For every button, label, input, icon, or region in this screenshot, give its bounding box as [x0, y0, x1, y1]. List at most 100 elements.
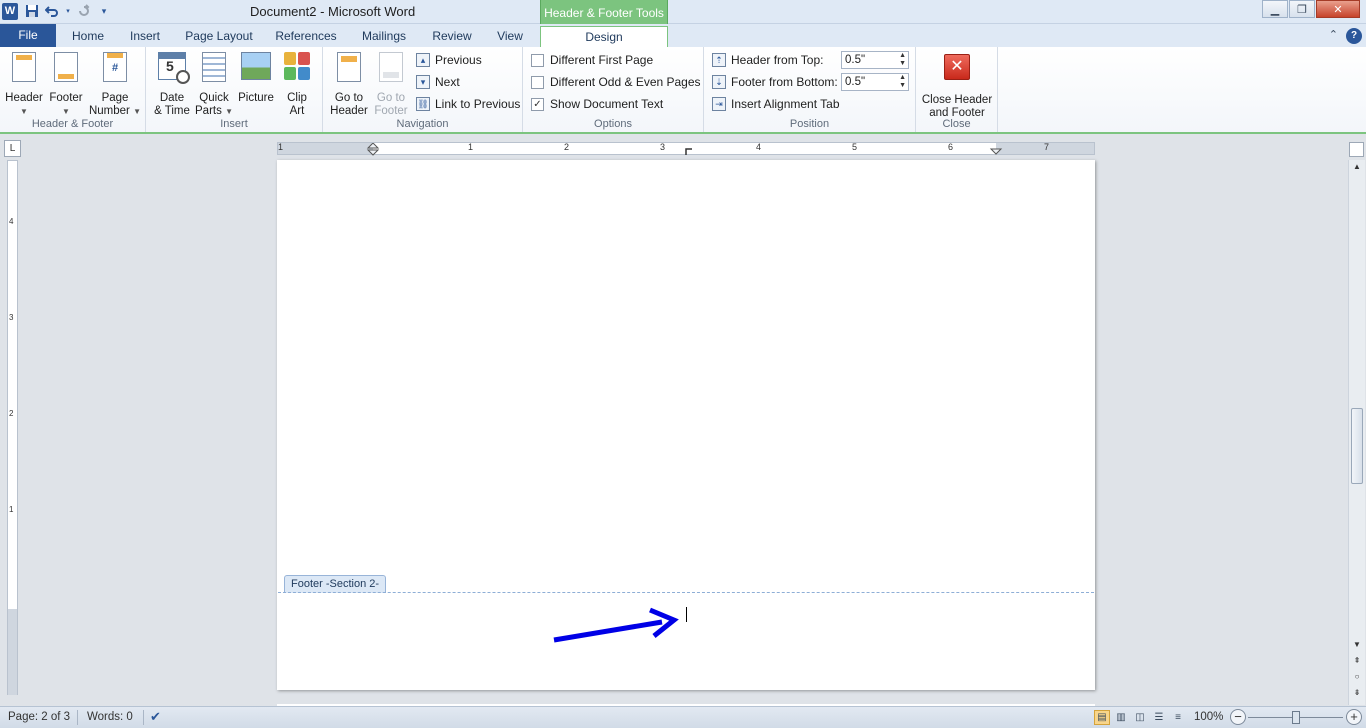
- go-to-footer-button[interactable]: Go to Footer: [369, 52, 413, 118]
- tab-view[interactable]: View: [490, 26, 530, 47]
- zoom-slider-thumb[interactable]: [1292, 711, 1300, 724]
- show-document-text-checkbox[interactable]: ✓ Show Document Text: [531, 94, 663, 114]
- footer-from-bottom-input[interactable]: 0.5" ▲ ▼: [841, 73, 909, 91]
- group-close: ✕ Close Header and Footer Close: [916, 47, 998, 132]
- customize-qat-icon[interactable]: ▾: [96, 3, 112, 19]
- outline-view-icon[interactable]: ☰: [1151, 710, 1167, 725]
- scroll-down-icon[interactable]: ▼: [1349, 640, 1365, 654]
- footer-button[interactable]: Footer ▼: [46, 52, 86, 118]
- word-count[interactable]: Words: 0: [87, 711, 133, 723]
- zoom-out-icon[interactable]: −: [1230, 709, 1246, 725]
- footer-position-icon: ⇣: [712, 75, 726, 89]
- header-position-icon: ⇡: [712, 53, 726, 67]
- group-label-position: Position: [789, 118, 830, 130]
- checkbox-unchecked-icon: [531, 53, 544, 67]
- tab-references[interactable]: References: [270, 26, 342, 47]
- header-from-top-label-row: ⇡ Header from Top:: [712, 50, 824, 70]
- tab-file[interactable]: File: [0, 24, 56, 47]
- header-button[interactable]: Header ▼: [4, 52, 44, 118]
- go-to-footer-label-2: Footer: [374, 105, 408, 117]
- help-icon[interactable]: ?: [1346, 28, 1362, 44]
- checkbox-unchecked-icon: [531, 75, 544, 89]
- select-browse-object-icon[interactable]: ○: [1349, 672, 1365, 686]
- vertical-scrollbar[interactable]: ▲ ▼ ⇞ ○ ⇟: [1348, 160, 1365, 705]
- scrollbar-thumb[interactable]: [1351, 408, 1363, 484]
- zoom-level[interactable]: 100%: [1194, 711, 1223, 723]
- picture-button[interactable]: Picture: [236, 52, 276, 105]
- horizontal-ruler[interactable]: 1 1 2 3 4 5 6 7: [277, 142, 1095, 156]
- view-ruler-icon[interactable]: [1349, 142, 1364, 157]
- go-to-header-label-1: Go to: [334, 92, 364, 104]
- vertical-ruler[interactable]: 4 3 2 1: [7, 160, 18, 695]
- page-count[interactable]: Page: 2 of 3: [8, 711, 70, 723]
- close-header-footer-button[interactable]: ✕ Close Header and Footer: [918, 52, 996, 120]
- clip-art-button[interactable]: Clip Art: [278, 52, 316, 118]
- tab-home[interactable]: Home: [64, 26, 112, 47]
- title-bar: W ▾ ▾ Document2 - Microsoft Word Header …: [0, 0, 1366, 26]
- full-screen-reading-icon[interactable]: ▥: [1113, 710, 1129, 725]
- insert-alignment-tab-button[interactable]: ⇥ Insert Alignment Tab: [712, 94, 840, 114]
- header-icon: [12, 52, 36, 82]
- zoom-in-icon[interactable]: +: [1346, 709, 1362, 725]
- close-header-footer-label-1: Close Header: [921, 94, 993, 106]
- save-icon[interactable]: [24, 3, 40, 19]
- spinner-arrows-icon[interactable]: ▲ ▼: [899, 74, 906, 90]
- clip-art-label-1: Clip: [287, 92, 307, 104]
- web-layout-icon[interactable]: ◫: [1132, 710, 1148, 725]
- tab-insert[interactable]: Insert: [122, 26, 168, 47]
- link-to-previous-button[interactable]: ⛓ Link to Previous: [416, 94, 520, 114]
- header-from-top-label: Header from Top:: [731, 53, 824, 67]
- close-icon[interactable]: ✕: [1316, 0, 1360, 18]
- ruler-number: 4: [9, 217, 14, 226]
- undo-dropdown-icon[interactable]: ▾: [64, 3, 72, 19]
- date-time-label-2: & Time: [154, 105, 190, 117]
- next-label: Next: [435, 75, 460, 89]
- proofing-icon[interactable]: ✔: [150, 709, 161, 725]
- word-app-icon[interactable]: W: [2, 3, 18, 20]
- redo-icon[interactable]: [76, 3, 92, 19]
- tab-page-layout[interactable]: Page Layout: [180, 26, 258, 47]
- undo-icon[interactable]: [44, 3, 60, 19]
- date-time-button[interactable]: 5 Date & Time: [152, 52, 192, 118]
- different-odd-even-checkbox[interactable]: Different Odd & Even Pages: [531, 72, 701, 92]
- scroll-up-icon[interactable]: ▲: [1349, 162, 1365, 176]
- quick-parts-label-2: Parts: [195, 105, 222, 117]
- group-label-header-footer: Header & Footer: [31, 118, 114, 130]
- print-layout-view-icon[interactable]: ▤: [1094, 710, 1110, 725]
- previous-page-icon[interactable]: ⇞: [1349, 656, 1365, 670]
- header-from-top-input[interactable]: 0.5" ▲ ▼: [841, 51, 909, 69]
- clip-art-label-2: Art: [289, 105, 305, 117]
- next-page-icon[interactable]: ⇟: [1349, 688, 1365, 702]
- ruler-number: 3: [9, 313, 14, 322]
- page-number-button[interactable]: # Page Number ▼: [88, 52, 142, 118]
- draft-view-icon[interactable]: ≡: [1170, 710, 1186, 725]
- restore-icon[interactable]: ❐: [1289, 0, 1315, 18]
- different-first-page-label: Different First Page: [550, 53, 654, 67]
- contextual-tab-group-title: Header & Footer Tools: [540, 0, 668, 26]
- group-label-insert: Insert: [220, 118, 248, 130]
- tab-design[interactable]: Design: [540, 26, 668, 47]
- tab-mailings[interactable]: Mailings: [354, 26, 414, 47]
- quick-parts-icon: [202, 52, 226, 82]
- text-cursor: [686, 607, 687, 622]
- footer-boundary-line: [278, 592, 1094, 593]
- group-navigation: Go to Header Go to Footer ▴ Previous ▾ N…: [323, 47, 523, 132]
- different-first-page-checkbox[interactable]: Different First Page: [531, 50, 653, 70]
- group-options: Different First Page Different Odd & Eve…: [523, 47, 704, 132]
- minimize-ribbon-icon[interactable]: ⌃: [1329, 28, 1338, 44]
- next-button[interactable]: ▾ Next: [416, 72, 460, 92]
- minimize-icon[interactable]: ▁: [1262, 0, 1288, 18]
- date-time-label-1: Date: [159, 92, 185, 104]
- link-icon: ⛓: [416, 97, 430, 111]
- close-header-footer-icon: ✕: [944, 54, 970, 80]
- go-to-header-button[interactable]: Go to Header: [327, 52, 371, 118]
- quick-parts-button[interactable]: Quick Parts ▼: [194, 52, 234, 118]
- previous-button[interactable]: ▴ Previous: [416, 50, 482, 70]
- page-number-icon: #: [103, 52, 127, 82]
- header-label: Header: [5, 92, 43, 104]
- chevron-down-icon: ▼: [20, 107, 28, 116]
- tab-review[interactable]: Review: [424, 26, 480, 47]
- tab-selector-icon[interactable]: L: [4, 140, 21, 157]
- spinner-arrows-icon[interactable]: ▲ ▼: [899, 52, 906, 68]
- group-insert: 5 Date & Time Quick Parts ▼ Picture Clip…: [146, 47, 323, 132]
